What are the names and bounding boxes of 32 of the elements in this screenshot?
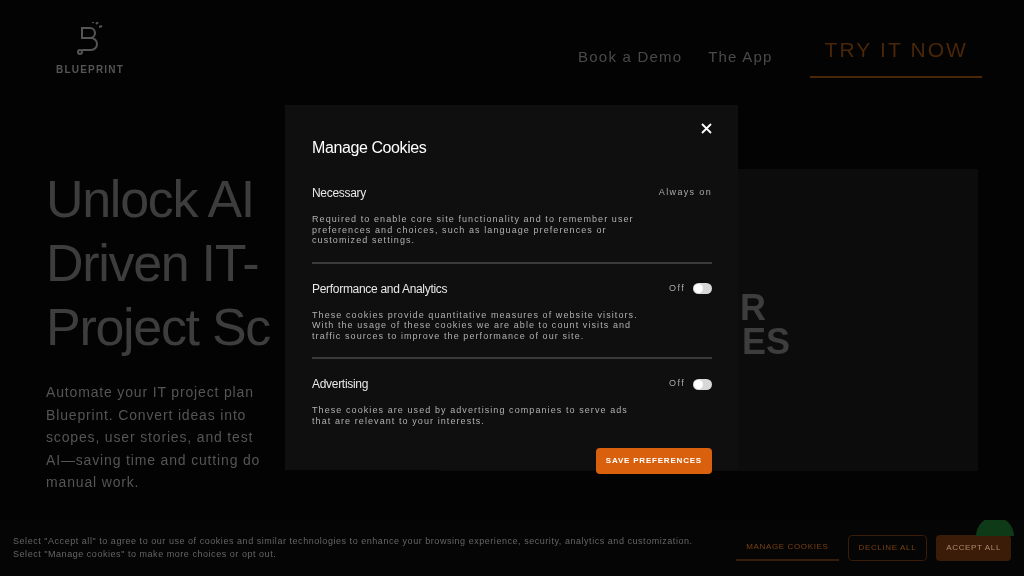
- hero-text-line: scopes, user stories, and test: [46, 428, 254, 447]
- hero-text-line: AI—saving time and cutting do: [46, 450, 261, 470]
- manage-cookies-button[interactable]: MANAGE COOKIES: [736, 535, 839, 561]
- category-title: Performance and Analytics: [312, 280, 448, 298]
- cookie-notice-text: Select "Accept all" to agree to our use of cookies and similar technologies to enhance your browsing experience, security, analytics and customization.: [13, 535, 693, 548]
- toggle-switch[interactable]: [693, 283, 712, 294]
- hero-title-line: Project Sc: [46, 297, 270, 358]
- nav-link[interactable]: Book a Demo: [578, 45, 683, 68]
- dialog-title: Manage Cookies: [312, 138, 428, 158]
- decline-all-button[interactable]: DECLINE ALL: [847, 535, 928, 561]
- try-it-now-button[interactable]: TRY IT NOW: [810, 32, 982, 78]
- category-title: Advertising: [312, 376, 369, 393]
- category-description: These cookies are used by advertising companies to serve ads that are relevant to your interests.: [312, 405, 629, 426]
- category-description: Required to enable core site functionality and to remember user preferences and choices, such as language preferences or customized settings.: [312, 214, 635, 246]
- category-title: Necessary: [312, 185, 366, 202]
- status-label: Off: [669, 281, 685, 295]
- hero-title-line: Driven IT-: [46, 233, 259, 294]
- accept-all-button[interactable]: ACCEPT ALL: [936, 535, 1011, 561]
- save-preferences-button[interactable]: SAVE PREFERENCES: [595, 448, 712, 474]
- logo-text[interactable]: BLUEPRINT: [56, 62, 125, 77]
- hero-text-line: Automate your IT project plan: [46, 383, 254, 402]
- cookie-notice-text: Select "Manage cookies" to make more choices or opt out.: [13, 548, 278, 561]
- nav-link[interactable]: The App: [708, 45, 773, 68]
- hero-text-line: manual work.: [46, 473, 140, 492]
- toggle-switch[interactable]: [693, 378, 712, 390]
- status-label: Always on: [658, 186, 712, 200]
- hero-title-line: Unlock AI: [46, 169, 254, 230]
- status-label: Off: [669, 377, 685, 391]
- hero-text-line: Blueprint. Convert ideas into: [46, 405, 247, 425]
- category-description: These cookies provide quantitative measures of website visitors. With the usage of these cookies we are able to count visits and traffic sources to improve the performance of our site.: [312, 309, 639, 341]
- close-icon[interactable]: [701, 123, 712, 134]
- logo-icon: [76, 22, 104, 58]
